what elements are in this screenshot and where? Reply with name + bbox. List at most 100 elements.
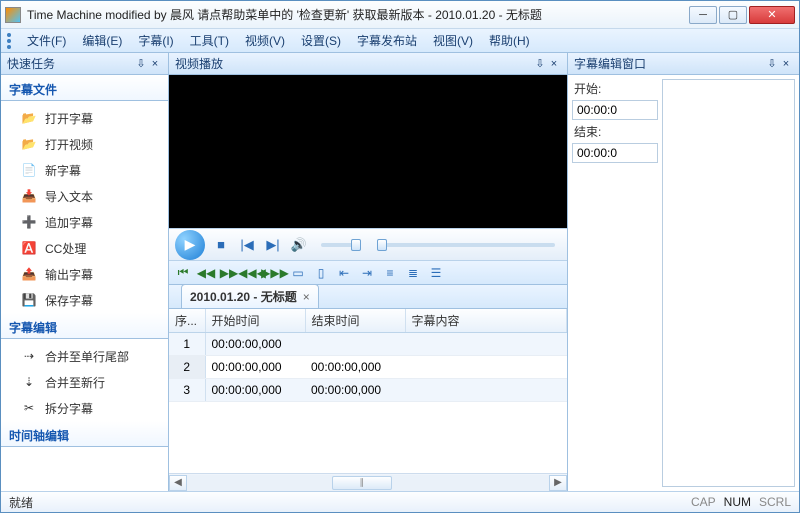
col-index[interactable]: 序...: [169, 309, 205, 333]
start-label: 开始:: [572, 79, 658, 98]
edit-pane-header: 字幕编辑窗口 ⇩ ×: [568, 53, 799, 75]
title-bar: Time Machine modified by 晨风 请点帮助菜单中的 '检查…: [1, 1, 799, 29]
task-open-video[interactable]: 📂打开视频: [1, 131, 168, 157]
status-ready: 就绪: [9, 494, 33, 511]
rewind-fast-icon[interactable]: ◀◀: [196, 264, 216, 282]
menu-help[interactable]: 帮助(H): [481, 29, 538, 52]
task-open-subtitle[interactable]: 📂打开字幕: [1, 105, 168, 131]
menu-subtitle[interactable]: 字幕(I): [130, 29, 181, 52]
new-file-icon: 📄: [19, 160, 39, 180]
task-export-subtitle[interactable]: 📤输出字幕: [1, 261, 168, 287]
status-scrl: SCRL: [759, 495, 791, 509]
menu-file[interactable]: 文件(F): [19, 29, 74, 52]
section-timeline-edit: 时间轴编辑: [1, 421, 168, 447]
menu-publish[interactable]: 字幕发布站: [349, 29, 425, 52]
save-icon: 💾: [19, 290, 39, 310]
menu-tools[interactable]: 工具(T): [182, 29, 237, 52]
align-right-icon[interactable]: ☰: [426, 264, 446, 282]
mark-out-icon[interactable]: ▯: [311, 264, 331, 282]
end-time-input[interactable]: 00:00:0: [572, 143, 658, 163]
scroll-left-icon[interactable]: ◀: [169, 475, 187, 491]
align-left-icon[interactable]: ≡: [380, 264, 400, 282]
maximize-button[interactable]: ▢: [719, 6, 747, 24]
app-icon: [5, 7, 21, 23]
close-pane-icon[interactable]: ×: [547, 57, 561, 71]
tab-document[interactable]: 2010.01.20 - 无标题 ×: [181, 284, 319, 308]
split-icon: ✂: [19, 398, 39, 418]
grip-icon: [7, 39, 11, 43]
seek-slider[interactable]: [377, 243, 555, 247]
tasks-pane-header: 快速任务 ⇩ ×: [1, 53, 168, 75]
minimize-button[interactable]: ─: [689, 6, 717, 24]
subtitle-grid[interactable]: 序... 开始时间 结束时间 字幕内容 100:00:00,000 200:00…: [169, 309, 567, 473]
next-button[interactable]: ▶|: [263, 235, 283, 255]
cc-icon: 🅰️: [19, 238, 39, 258]
scroll-thumb[interactable]: ∥: [332, 476, 392, 490]
table-row[interactable]: 100:00:00,000: [169, 333, 567, 356]
tab-close-icon[interactable]: ×: [303, 290, 310, 304]
append-icon: ➕: [19, 212, 39, 232]
menu-edit[interactable]: 编辑(E): [74, 29, 130, 52]
folder-icon: 📂: [19, 108, 39, 128]
tab-label: 2010.01.20 - 无标题: [190, 288, 297, 305]
forward-fast-icon[interactable]: ▶▶: [219, 264, 239, 282]
task-save-subtitle[interactable]: 💾保存字幕: [1, 287, 168, 313]
folder-video-icon: 📂: [19, 134, 39, 154]
tasks-pane-title: 快速任务: [7, 55, 55, 72]
task-merge-new-line[interactable]: ⇣合并至新行: [1, 369, 168, 395]
rewind-all-icon[interactable]: ⏮: [173, 264, 193, 282]
forward-step-icon[interactable]: ▶▶▶: [265, 264, 285, 282]
merge-end-icon: ⇢: [19, 346, 39, 366]
task-new-subtitle[interactable]: 📄新字幕: [1, 157, 168, 183]
video-pane-header: 视频播放 ⇩ ×: [169, 53, 567, 75]
video-pane-title: 视频播放: [175, 55, 223, 72]
pin-icon[interactable]: ⇩: [533, 57, 547, 71]
scroll-right-icon[interactable]: ▶: [549, 475, 567, 491]
task-cc-process[interactable]: 🅰️CC处理: [1, 235, 168, 261]
prev-button[interactable]: |◀: [237, 235, 257, 255]
edit-pane-title: 字幕编辑窗口: [574, 55, 646, 72]
pin-icon[interactable]: ⇩: [765, 57, 779, 71]
horizontal-scrollbar[interactable]: ◀ ∥ ▶: [169, 473, 567, 491]
shift-right-icon[interactable]: ⇥: [357, 264, 377, 282]
table-row[interactable]: 300:00:00,00000:00:00,000: [169, 379, 567, 402]
align-center-icon[interactable]: ≣: [403, 264, 423, 282]
rewind-step-icon[interactable]: ◀◀◀: [242, 264, 262, 282]
task-split-subtitle[interactable]: ✂拆分字幕: [1, 395, 168, 421]
pin-icon[interactable]: ⇩: [134, 57, 148, 71]
import-icon: 📥: [19, 186, 39, 206]
task-append-subtitle[interactable]: ➕追加字幕: [1, 209, 168, 235]
col-end[interactable]: 结束时间: [305, 309, 405, 333]
play-button[interactable]: ▶: [175, 230, 205, 260]
section-subtitle-edit: 字幕编辑: [1, 313, 168, 339]
stop-button[interactable]: ■: [211, 235, 231, 255]
menu-view[interactable]: 视图(V): [425, 29, 481, 52]
edit-pane: 字幕编辑窗口 ⇩ × 开始: 00:00:0 结束: 00:00:0: [567, 53, 799, 491]
col-content[interactable]: 字幕内容: [405, 309, 567, 333]
window-title: Time Machine modified by 晨风 请点帮助菜单中的 '检查…: [27, 6, 687, 23]
menu-settings[interactable]: 设置(S): [293, 29, 349, 52]
shift-left-icon[interactable]: ⇤: [334, 264, 354, 282]
col-start[interactable]: 开始时间: [205, 309, 305, 333]
status-cap: CAP: [691, 495, 716, 509]
close-pane-icon[interactable]: ×: [779, 57, 793, 71]
player-controls: ▶ ■ |◀ ▶| 🔊: [169, 228, 567, 260]
task-import-text[interactable]: 📥导入文本: [1, 183, 168, 209]
volume-icon[interactable]: 🔊: [289, 235, 309, 255]
status-bar: 就绪 CAP NUM SCRL: [1, 491, 799, 512]
table-row[interactable]: 200:00:00,00000:00:00,000: [169, 356, 567, 379]
menu-video[interactable]: 视频(V): [237, 29, 293, 52]
close-button[interactable]: ✕: [749, 6, 795, 24]
end-label: 结束:: [572, 122, 658, 141]
export-icon: 📤: [19, 264, 39, 284]
video-canvas[interactable]: [169, 75, 567, 228]
close-pane-icon[interactable]: ×: [148, 57, 162, 71]
task-merge-line-end[interactable]: ⇢合并至单行尾部: [1, 343, 168, 369]
subtitle-text-input[interactable]: [662, 79, 795, 487]
start-time-input[interactable]: 00:00:0: [572, 100, 658, 120]
mark-in-icon[interactable]: ▭: [288, 264, 308, 282]
tasks-pane: 快速任务 ⇩ × 字幕文件 📂打开字幕 📂打开视频 📄新字幕 📥导入文本 ➕追加…: [1, 53, 169, 491]
volume-slider[interactable]: [321, 243, 359, 247]
timeline-toolbar: ⏮ ◀◀ ▶▶ ◀◀◀ ▶▶▶ ▭ ▯ ⇤ ⇥ ≡ ≣ ☰: [169, 260, 567, 284]
document-tabs: 2010.01.20 - 无标题 ×: [169, 285, 567, 309]
